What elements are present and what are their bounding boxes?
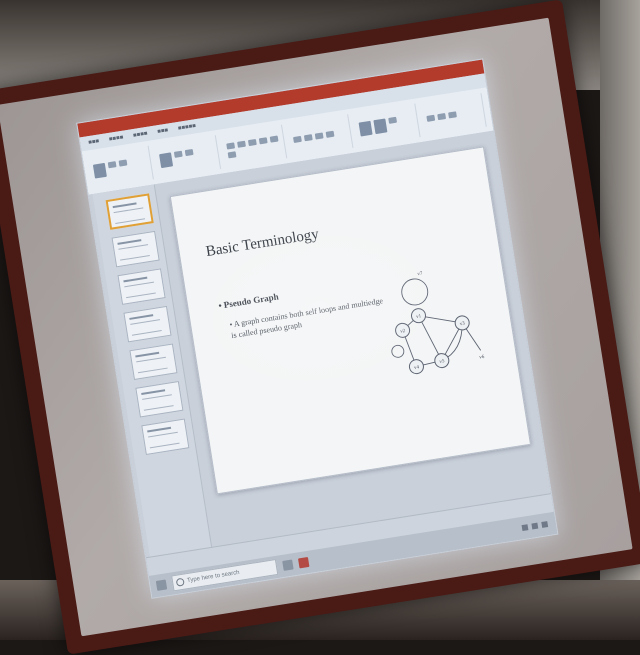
app-icon[interactable] — [282, 559, 294, 571]
start-icon[interactable] — [155, 579, 168, 591]
graph-self-loop — [391, 344, 405, 358]
quick-styles-icon[interactable] — [388, 116, 398, 124]
arrange-icon[interactable] — [373, 118, 388, 135]
shapes-icon[interactable] — [358, 120, 373, 137]
reset-icon[interactable] — [185, 148, 194, 157]
volume-icon[interactable] — [531, 522, 539, 530]
find-icon[interactable] — [426, 114, 435, 122]
slide-canvas[interactable]: Basic Terminology • Pseudo Graph • A gra… — [169, 146, 532, 495]
slide-bullet-heading[interactable]: • Pseudo Graph — [218, 291, 279, 310]
slide-thumbnail[interactable] — [105, 193, 154, 230]
ribbon-tab[interactable]: ■■■■ — [108, 131, 125, 147]
layout-icon[interactable] — [174, 150, 184, 158]
align-center-icon[interactable] — [325, 130, 335, 138]
slide-thumbnail[interactable] — [123, 305, 172, 343]
whiteboard-frame: ■■■ ■■■■ ■■■■ ■■■ ■■■■■ Basic Terminolog… — [0, 0, 640, 655]
cut-icon[interactable] — [107, 161, 117, 169]
network-icon[interactable] — [521, 524, 529, 532]
slide-thumbnail[interactable] — [111, 230, 160, 268]
pseudo-graph-diagram: v1 v2 v3 v4 v5 v6 v7 — [391, 271, 485, 375]
underline-icon[interactable] — [247, 138, 257, 146]
slide-thumbnail[interactable] — [135, 380, 184, 418]
font-color-icon[interactable] — [258, 136, 268, 144]
ribbon-tab[interactable]: ■■■■ — [132, 127, 149, 143]
italic-icon[interactable] — [236, 140, 246, 148]
select-icon[interactable] — [447, 111, 457, 119]
shadow-icon[interactable] — [227, 150, 237, 159]
ribbon-tab[interactable]: ■■■■■ — [177, 119, 197, 136]
numbering-icon[interactable] — [303, 134, 313, 142]
powerpoint-icon[interactable] — [298, 556, 310, 569]
align-left-icon[interactable] — [314, 132, 324, 140]
editor-workspace: Basic Terminology • Pseudo Graph • A gra… — [88, 130, 552, 559]
bold-icon[interactable] — [225, 141, 235, 150]
whiteboard-surface: ■■■ ■■■■ ■■■■ ■■■ ■■■■■ Basic Terminolog… — [0, 17, 633, 637]
font-size-icon[interactable] — [269, 135, 279, 143]
ribbon-group-slides — [154, 135, 221, 179]
ribbon-group-drawing — [354, 103, 421, 147]
bullet-heading-text: Pseudo Graph — [223, 291, 280, 310]
projected-screen: ■■■ ■■■■ ■■■■ ■■■ ■■■■■ Basic Terminolog… — [76, 58, 559, 599]
bullets-icon[interactable] — [293, 135, 302, 144]
replace-icon[interactable] — [436, 113, 446, 121]
system-tray — [521, 521, 549, 532]
ribbon-group-editing — [420, 93, 487, 137]
slide-thumbnail[interactable] — [117, 268, 166, 305]
graph-self-loop — [401, 278, 429, 306]
ribbon-tab[interactable]: ■■■ — [156, 124, 169, 140]
graph-node-label: v6 — [479, 355, 485, 361]
slide-thumbnail[interactable] — [129, 343, 178, 380]
ribbon-group-clipboard — [88, 145, 155, 189]
ribbon-group-font — [221, 124, 288, 168]
slide-thumbnail[interactable] — [141, 418, 190, 456]
graph-node-label: v7 — [417, 271, 423, 277]
paste-icon[interactable] — [92, 162, 107, 179]
ribbon-group-paragraph — [287, 114, 354, 158]
new-slide-icon[interactable] — [159, 152, 174, 169]
ribbon-tab[interactable]: ■■■ — [87, 135, 100, 151]
clock-icon[interactable] — [541, 521, 549, 528]
search-icon — [175, 577, 185, 587]
copy-icon[interactable] — [118, 159, 128, 167]
search-placeholder: Type here to search — [186, 569, 241, 585]
slide-title[interactable]: Basic Terminology — [205, 226, 320, 261]
